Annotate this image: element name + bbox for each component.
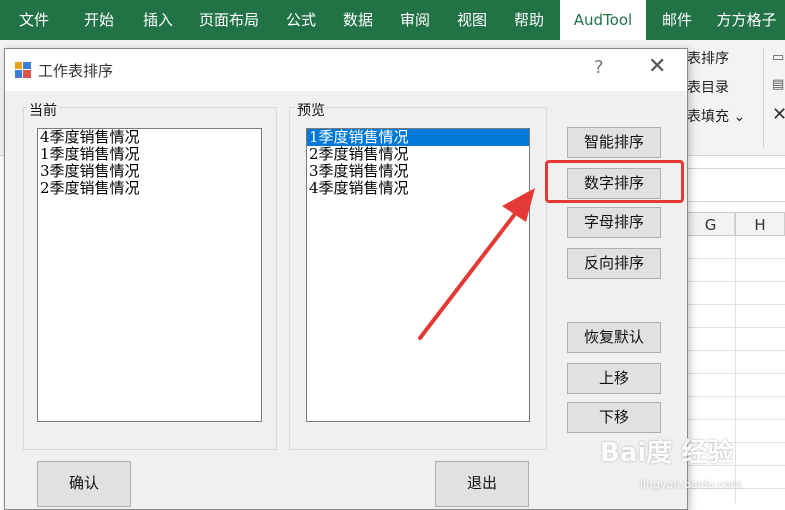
ribbon-small-icon[interactable]: ▭ <box>772 50 784 65</box>
current-group-label: 当前 <box>27 100 59 120</box>
tab-view[interactable]: 视图 <box>444 0 500 40</box>
current-sheet-list[interactable]: 4季度销售情况 1季度销售情况 3季度销售情况 2季度销售情况 <box>37 128 262 422</box>
tab-formulas[interactable]: 公式 <box>272 0 330 40</box>
baidu-jingyan-watermark: Bai度 经验 <box>600 438 734 468</box>
grid-line <box>686 258 785 259</box>
grid-line <box>686 419 785 420</box>
move-down-button[interactable]: 下移 <box>567 402 661 433</box>
list-item[interactable]: 1季度销售情况 <box>307 129 529 146</box>
ribbon-separator <box>763 48 764 148</box>
tab-mail[interactable]: 邮件 <box>646 0 708 40</box>
ribbon-tab-bar: 文件 开始 插入 页面布局 公式 数据 审阅 视图 帮助 AudTool 邮件 … <box>0 0 785 40</box>
grid-line <box>686 281 785 282</box>
dialog-title: 工作表排序 <box>38 62 114 80</box>
dialog-titlebar[interactable]: 工作表排序 ? ✕ <box>5 49 687 91</box>
list-item[interactable]: 2季度销售情况 <box>307 146 529 163</box>
grid-line <box>686 373 785 374</box>
grid-line <box>686 396 785 397</box>
close-icon[interactable]: ✕ <box>648 54 666 79</box>
alpha-sort-button[interactable]: 字母排序 <box>567 207 661 238</box>
formula-bar[interactable] <box>686 168 785 202</box>
sheet-sort-dialog: 工作表排序 ? ✕ 当前 4季度销售情况 1季度销售情况 3季度销售情况 2季度… <box>4 48 688 510</box>
tab-page-layout[interactable]: 页面布局 <box>186 0 272 40</box>
ribbon-small-icon[interactable]: ▤ <box>772 77 784 92</box>
sheet-fill-command[interactable]: 表填充 ⌄ <box>687 106 745 126</box>
restore-default-button[interactable]: 恢复默认 <box>567 322 661 353</box>
watermark-url: jingyan.baidu.com <box>640 478 742 491</box>
tab-file[interactable]: 文件 <box>0 0 68 40</box>
highlight-box <box>545 160 684 203</box>
sheet-index-command[interactable]: 表目录 <box>687 77 729 97</box>
tab-review[interactable]: 审阅 <box>386 0 444 40</box>
grid-line <box>686 304 785 305</box>
tab-audtool[interactable]: AudTool <box>560 0 646 40</box>
tab-insert[interactable]: 插入 <box>130 0 186 40</box>
tab-data[interactable]: 数据 <box>330 0 386 40</box>
tab-home[interactable]: 开始 <box>68 0 130 40</box>
list-item[interactable]: 1季度销售情况 <box>38 146 261 163</box>
preview-sheet-list[interactable]: 1季度销售情况 2季度销售情况 3季度销售情况 4季度销售情况 <box>306 128 530 422</box>
preview-group-label: 预览 <box>295 100 327 120</box>
app-icon <box>15 62 31 78</box>
exit-button[interactable]: 退出 <box>435 461 529 507</box>
grid-line <box>735 236 736 503</box>
column-header-h[interactable]: H <box>735 212 785 236</box>
reverse-sort-button[interactable]: 反向排序 <box>567 248 661 279</box>
grid-line <box>686 327 785 328</box>
move-up-button[interactable]: 上移 <box>567 363 661 394</box>
list-item[interactable]: 4季度销售情况 <box>307 180 529 197</box>
list-item[interactable]: 3季度销售情况 <box>38 163 261 180</box>
tab-fangfang[interactable]: 方方格子 <box>708 0 785 40</box>
column-header-g[interactable]: G <box>686 212 735 236</box>
tab-help[interactable]: 帮助 <box>500 0 558 40</box>
smart-sort-button[interactable]: 智能排序 <box>567 127 661 158</box>
list-item[interactable]: 3季度销售情况 <box>307 163 529 180</box>
list-item[interactable]: 4季度销售情况 <box>38 129 261 146</box>
confirm-button[interactable]: 确认 <box>37 461 131 507</box>
grid-line <box>686 350 785 351</box>
sort-sheets-command[interactable]: 表排序 <box>687 48 729 68</box>
ribbon-cross-icon[interactable]: ✕ <box>772 104 785 125</box>
help-icon[interactable]: ? <box>594 57 604 78</box>
list-item[interactable]: 2季度销售情况 <box>38 180 261 197</box>
